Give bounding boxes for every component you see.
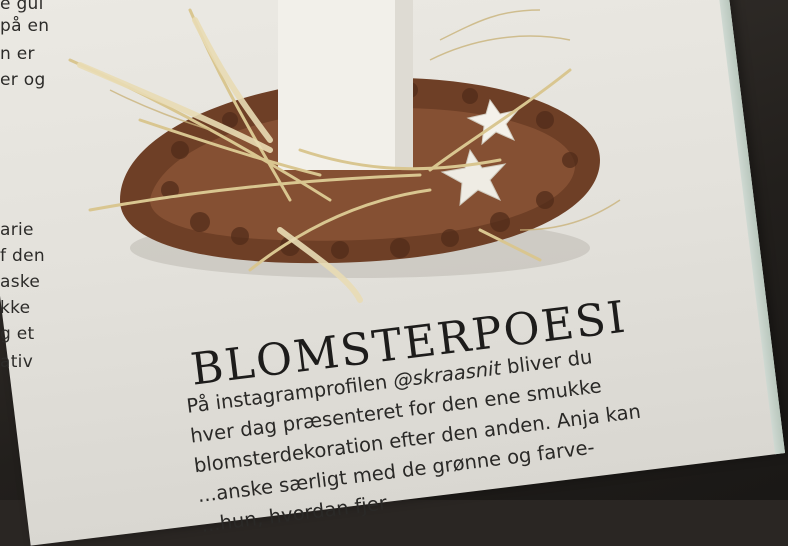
left-line: g et xyxy=(0,324,35,344)
candle-shade xyxy=(395,0,413,170)
left-line: ativ xyxy=(0,352,34,372)
wreath-photo xyxy=(68,0,621,303)
candle xyxy=(278,0,413,170)
